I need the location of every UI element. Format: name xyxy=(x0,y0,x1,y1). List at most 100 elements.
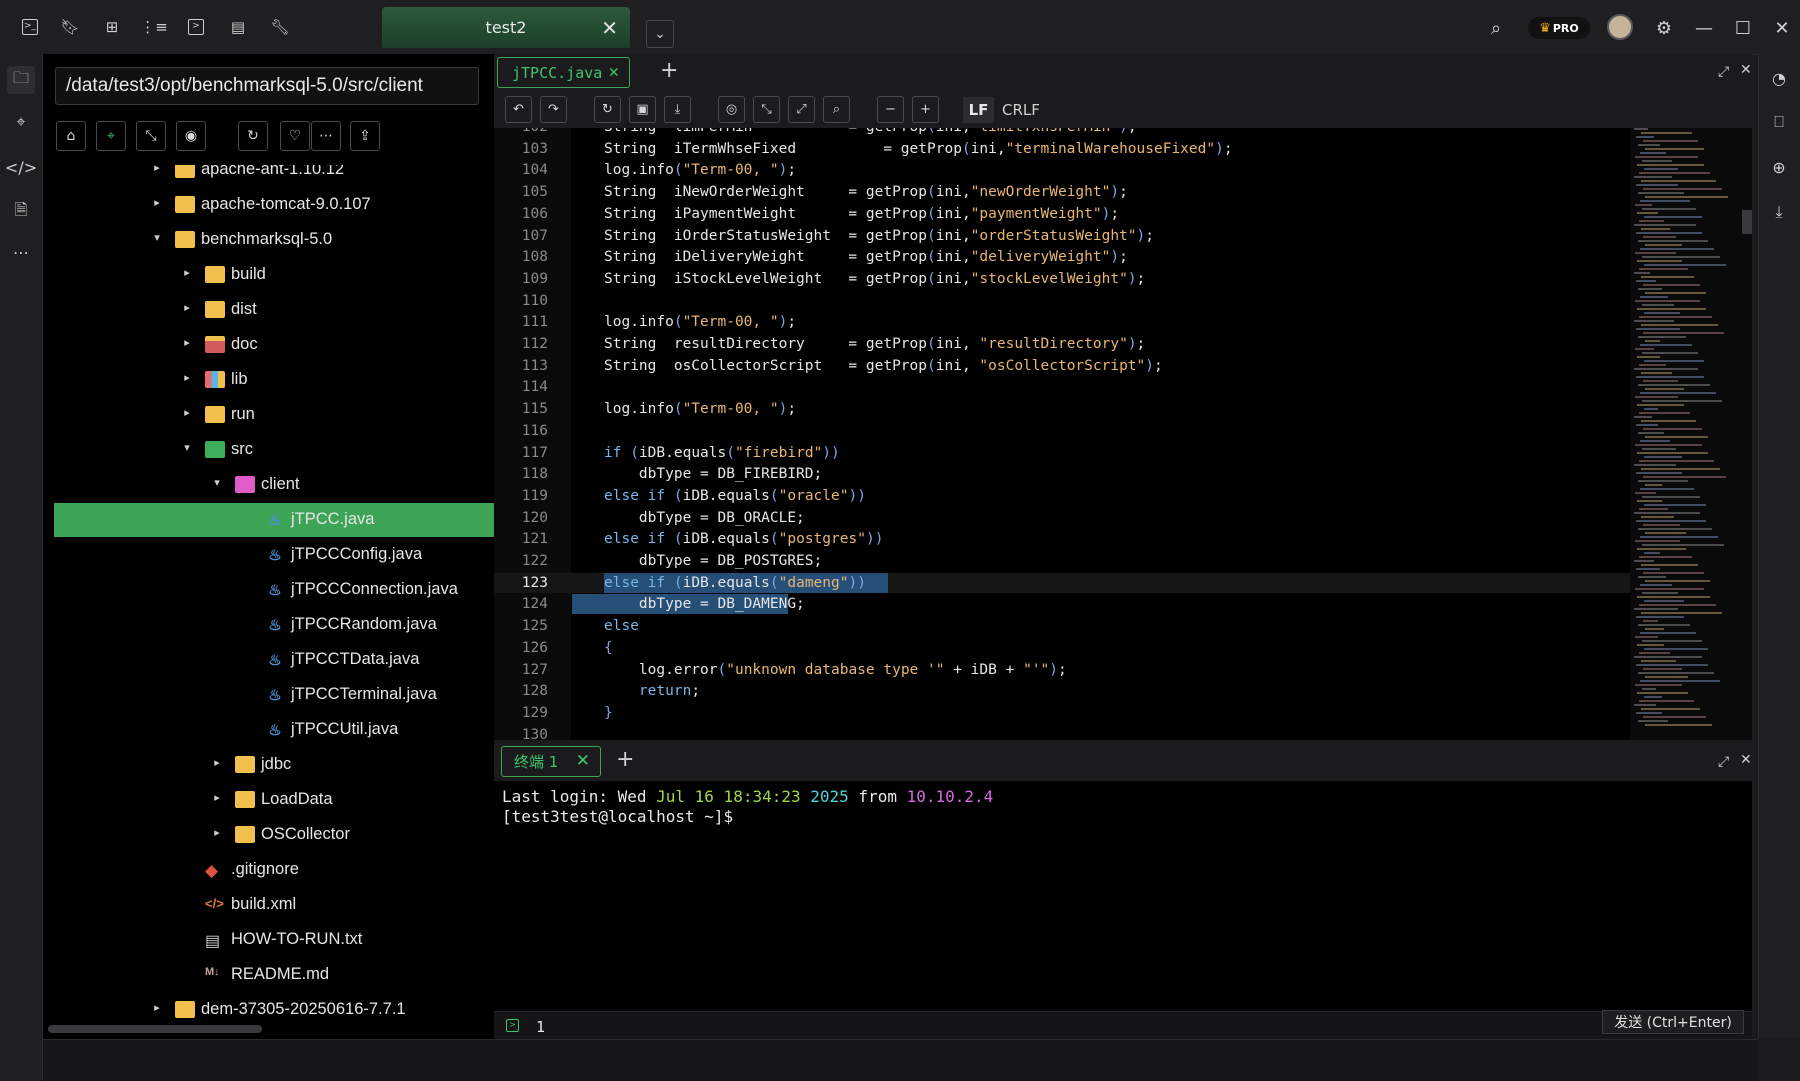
code-line[interactable]: 127 log.error("unknown database type '" … xyxy=(494,660,1630,680)
tree-item[interactable]: ▾ client xyxy=(43,468,494,502)
close-icon[interactable]: ✕ xyxy=(609,62,619,82)
chevron-right-icon[interactable]: ▸ xyxy=(150,165,164,174)
tree-item[interactable]: ♨ jTPCCTerminal.java xyxy=(43,678,494,712)
chevron-right-icon[interactable]: ▸ xyxy=(180,336,194,349)
code-line[interactable]: 106 String iPaymentWeight = getProp(ini,"… xyxy=(494,204,1630,224)
code-line[interactable]: 114 xyxy=(494,377,1630,397)
heart-icon[interactable]: ♡ xyxy=(280,121,310,151)
tree-item[interactable]: ▸ build xyxy=(43,258,494,292)
tree-item[interactable]: ▸ lib xyxy=(43,363,494,397)
chevron-right-icon[interactable]: ▸ xyxy=(180,371,194,384)
tree-item[interactable]: ◆ .gitignore xyxy=(43,853,494,887)
terminal-tab[interactable]: 终端 1 ✕ xyxy=(501,746,601,777)
search-icon[interactable]: ⌕ xyxy=(1484,16,1508,40)
code-line[interactable]: 119 else if (iDB.equals("oracle")) xyxy=(494,486,1630,506)
tree-item[interactable]: ▸ LoadData xyxy=(43,783,494,817)
chevron-down-icon[interactable]: ▾ xyxy=(210,476,224,489)
upload-icon[interactable]: ⊕ xyxy=(1767,155,1791,179)
chevron-down-icon[interactable]: ▾ xyxy=(150,231,164,244)
code-line[interactable]: 130 xyxy=(494,725,1630,740)
tree-item[interactable]: ♨ jTPCCUtil.java xyxy=(43,713,494,747)
chevron-right-icon[interactable]: ▸ xyxy=(210,791,224,804)
code-line[interactable]: 113 String osCollectorScript = getProp(in… xyxy=(494,356,1630,376)
eye-icon[interactable]: ◉ xyxy=(176,121,206,151)
tree-item[interactable]: ▸ doc xyxy=(43,328,494,362)
code-line[interactable]: 102 String limPerMin = getProp(ini,"limit… xyxy=(494,128,1630,137)
chevron-right-icon[interactable]: ▸ xyxy=(180,266,194,279)
tree-icon[interactable]: ⋮≡ xyxy=(140,15,168,39)
code-line[interactable]: 110 xyxy=(494,291,1630,311)
gear-icon[interactable]: ⚙ xyxy=(1652,16,1676,40)
code-line[interactable]: 125 else xyxy=(494,616,1630,636)
code-line[interactable]: 123 else if (iDB.equals("dameng")) xyxy=(494,572,1630,593)
close-icon[interactable]: ✕ xyxy=(601,16,618,40)
code-icon[interactable]: </> xyxy=(5,155,37,179)
path-input[interactable] xyxy=(55,67,479,105)
zoom-out-icon[interactable]: − xyxy=(877,96,904,123)
code-line[interactable]: 105 String iNewOrderWeight = getProp(ini,… xyxy=(494,182,1630,202)
tree-item[interactable]: ♨ jTPCCTData.java xyxy=(43,643,494,677)
bookmark-icon[interactable]: ⎕ xyxy=(1767,110,1791,134)
tree-item[interactable]: ▸ jdbc xyxy=(43,748,494,782)
code-editor[interactable]: 102 String limPerMin = getProp(ini,"limit… xyxy=(494,128,1630,740)
expand-icon[interactable]: ⤢ xyxy=(1718,754,1729,770)
tree-item[interactable]: ▸ OSCollector xyxy=(43,818,494,852)
shrink-icon[interactable]: ⤡ xyxy=(753,96,780,123)
download-icon[interactable]: ⤓ xyxy=(1767,200,1791,224)
tree-item[interactable]: ▾ benchmarksql-5.0 xyxy=(43,223,494,257)
code-line[interactable]: 103 String iTermWhseFixed = getProp(ini,"… xyxy=(494,139,1630,159)
chevron-down-icon[interactable]: ▾ xyxy=(180,441,194,454)
command-input[interactable] xyxy=(534,1015,1598,1039)
code-line[interactable]: 122 dbType = DB_POSTGRES; xyxy=(494,551,1630,571)
avatar[interactable] xyxy=(1607,14,1633,40)
tree-item[interactable]: ▤ HOW-TO-RUN.txt xyxy=(43,923,494,957)
collapse-icon[interactable]: ⤡ xyxy=(136,121,166,151)
minimap[interactable] xyxy=(1630,128,1752,740)
add-tab-icon[interactable]: + xyxy=(660,58,678,83)
code-line[interactable]: 117 if (iDB.equals("firebird")) xyxy=(494,443,1630,463)
close-icon[interactable]: ✕ xyxy=(576,751,590,771)
code-line[interactable]: 116 xyxy=(494,421,1630,441)
find-icon[interactable]: ⌕ xyxy=(823,96,850,123)
pro-badge[interactable]: ♛ PRO xyxy=(1528,17,1590,39)
code-line[interactable]: 128 return; xyxy=(494,681,1630,701)
folder-icon[interactable]: 🗀︎ xyxy=(7,66,35,94)
home-icon[interactable]: ⌂ xyxy=(56,121,86,151)
minimize-icon[interactable]: — xyxy=(1692,16,1716,40)
code-line[interactable]: 129} xyxy=(494,703,1630,723)
maximize-icon[interactable]: ☐ xyxy=(1731,16,1755,40)
code-line[interactable]: 126 { xyxy=(494,638,1630,658)
redo-icon[interactable]: ↷ xyxy=(540,96,567,123)
compass-icon[interactable]: ◎ xyxy=(718,96,745,123)
chevron-right-icon[interactable]: ▸ xyxy=(180,301,194,314)
tree-item[interactable]: ▸ dem-37305-20250616-7.7.1 xyxy=(43,993,494,1021)
code-line[interactable]: 115 log.info("Term-00, "); xyxy=(494,399,1630,419)
chevron-down-icon[interactable]: ⌄ xyxy=(646,20,674,48)
wrench-icon[interactable]: 🔧︎ xyxy=(268,15,292,39)
close-icon[interactable]: ✕ xyxy=(1740,62,1752,78)
code-line[interactable]: 109 String iStockLevelWeight = getProp(in… xyxy=(494,269,1630,289)
chevron-right-icon[interactable]: ▸ xyxy=(180,406,194,419)
crosshair-icon[interactable]: ⌖ xyxy=(9,110,33,134)
save-icon[interactable]: ▣ xyxy=(629,96,656,123)
chevron-right-icon[interactable]: ▸ xyxy=(150,196,164,209)
bookmark-icon[interactable]: 🔖︎ xyxy=(58,15,82,39)
zoom-in-icon[interactable]: + xyxy=(912,96,939,123)
editor-tab[interactable]: jTPCC.java ✕ xyxy=(497,57,630,88)
code-line[interactable]: 121 else if (iDB.equals("postgres")) xyxy=(494,529,1630,549)
reload-icon[interactable]: ↻ xyxy=(594,96,621,123)
upload-icon[interactable]: ⇪ xyxy=(350,121,380,151)
terminal-icon[interactable]: >_ xyxy=(18,15,42,39)
tree-item[interactable]: ♨ jTPCC.java xyxy=(54,503,494,537)
code-line[interactable]: 112 String resultDirectory = getProp(ini,… xyxy=(494,334,1630,354)
tree-item[interactable]: ▸ apache-ant-1.10.12 xyxy=(43,165,494,187)
tree-item[interactable]: ▸ apache-tomcat-9.0.107 xyxy=(43,188,494,222)
console-icon[interactable]: > xyxy=(184,15,208,39)
add-terminal-icon[interactable]: + xyxy=(616,747,634,772)
chevron-right-icon[interactable]: ▸ xyxy=(210,826,224,839)
tree-item[interactable]: ▸ run xyxy=(43,398,494,432)
close-window-icon[interactable]: ✕ xyxy=(1770,16,1794,40)
horizontal-scrollbar[interactable] xyxy=(48,1025,262,1033)
send-button[interactable]: 发送 (Ctrl+Enter) xyxy=(1602,1010,1744,1034)
code-line[interactable]: 111 log.info("Term-00, "); xyxy=(494,312,1630,332)
